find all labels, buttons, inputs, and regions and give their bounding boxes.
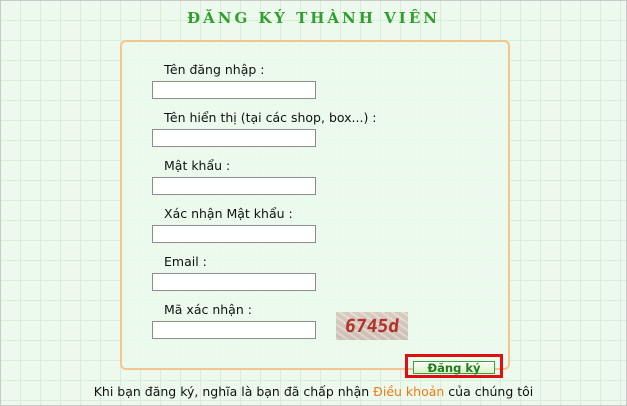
captcha-label: Mã xác nhận : [164,302,252,317]
captcha-input[interactable] [152,321,316,339]
page-title: ĐĂNG KÝ THÀNH VIÊN [187,9,440,27]
terms-note: Khi bạn đăng ký, nghĩa là bạn đã chấp nh… [0,384,627,399]
confirm-password-label: Xác nhận Mật khẩu : [164,206,293,221]
display-name-label: Tên hiển thị (tại các shop, box...) : [164,110,377,125]
username-label: Tên đăng nhập : [164,62,265,77]
captcha-code: 6745d [343,315,401,337]
email-input[interactable] [152,273,316,291]
register-button[interactable]: Đăng ký [413,361,495,374]
password-input[interactable] [152,177,316,195]
password-label: Mật khẩu : [164,158,231,173]
captcha-image: 6745d [336,312,408,340]
terms-note-suffix: của chúng tôi [444,384,534,399]
terms-note-prefix: Khi bạn đăng ký, nghĩa là bạn đã chấp nh… [93,384,374,399]
username-input[interactable] [152,81,316,99]
confirm-password-input[interactable] [152,225,316,243]
email-label: Email : [164,254,207,269]
display-name-input[interactable] [152,129,316,147]
terms-link[interactable]: Điều khoản [373,384,444,399]
